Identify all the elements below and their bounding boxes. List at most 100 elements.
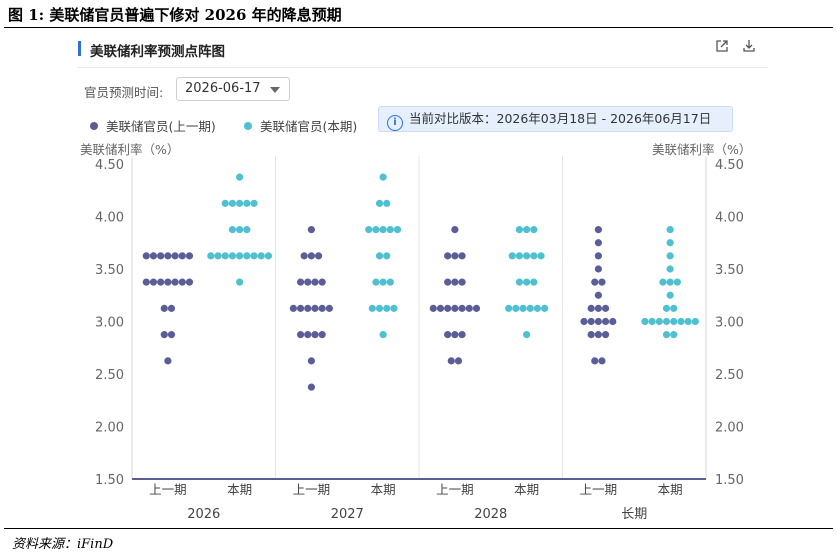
x-group-label: 2027 — [331, 507, 364, 522]
dot-current — [666, 291, 674, 299]
dot-current — [670, 331, 678, 339]
dot-current — [368, 304, 376, 312]
dot-previous — [167, 331, 176, 339]
dot-current — [236, 226, 244, 234]
dot-current — [666, 278, 674, 286]
y-tick-label-right: 1.50 — [715, 473, 744, 488]
dot-current — [243, 252, 251, 260]
dot-current — [519, 304, 527, 312]
y-tick-label-right: 4.00 — [715, 211, 744, 226]
dot-current — [641, 317, 649, 326]
dot-previous — [601, 317, 610, 326]
y-tick-label-right: 4.50 — [715, 158, 744, 173]
dot-current — [666, 265, 674, 273]
dot-current — [533, 304, 542, 312]
dot-current — [530, 226, 538, 234]
dot-current — [666, 239, 674, 247]
dot-previous — [307, 357, 315, 365]
dot-previous — [296, 331, 305, 339]
x-sub-label-previous: 上一期 — [436, 482, 474, 497]
dot-current — [648, 317, 656, 326]
dot-previous — [318, 304, 326, 312]
dot-previous — [458, 278, 466, 286]
dot-current — [691, 317, 699, 326]
dot-previous — [307, 252, 315, 260]
dot-current — [383, 199, 391, 207]
dot-current — [386, 226, 394, 234]
dot-current — [236, 173, 244, 181]
dot-current — [677, 317, 685, 326]
y-tick-label-right: 2.50 — [715, 368, 744, 383]
dot-current — [257, 252, 265, 260]
dot-previous — [164, 357, 172, 365]
dot-current — [379, 278, 387, 286]
dot-previous — [157, 252, 165, 260]
dot-previous — [160, 331, 168, 339]
dot-previous — [300, 252, 308, 260]
dot-current — [221, 199, 229, 207]
dot-current — [523, 226, 531, 234]
x-sub-label-current: 本期 — [658, 482, 683, 497]
dot-current — [662, 317, 671, 326]
dot-previous — [160, 304, 168, 312]
dot-previous — [465, 304, 473, 312]
dot-current — [372, 226, 380, 234]
dot-previous — [591, 278, 599, 286]
x-group-label: 2028 — [474, 507, 507, 522]
dot-current — [375, 199, 384, 207]
dot-current — [393, 226, 402, 234]
dot-previous — [171, 278, 179, 286]
dot-previous — [436, 304, 445, 312]
y-tick-label-left: 4.00 — [95, 211, 124, 226]
dot-previous — [164, 252, 172, 260]
dot-previous — [580, 317, 588, 326]
dot-current — [666, 226, 674, 234]
dot-previous — [594, 291, 602, 299]
dot-previous — [444, 304, 452, 312]
dot-previous — [447, 357, 455, 365]
dot-current — [375, 252, 384, 260]
dot-previous — [451, 226, 459, 234]
dot-current — [243, 226, 251, 234]
dot-current — [523, 278, 531, 286]
dot-previous — [598, 278, 606, 286]
dot-previous — [458, 252, 466, 260]
dot-previous — [594, 239, 602, 247]
dot-current — [530, 252, 538, 260]
dot-previous — [454, 357, 463, 365]
dot-previous — [444, 278, 452, 286]
dot-previous — [594, 265, 602, 273]
y-tick-label-right: 3.00 — [715, 316, 744, 331]
dot-current — [537, 252, 545, 260]
x-group-label: 长期 — [621, 507, 647, 522]
dot-current — [236, 252, 244, 260]
dot-current — [673, 278, 681, 286]
dot-current — [541, 304, 549, 312]
dot-current — [236, 278, 244, 286]
dot-previous — [149, 278, 158, 286]
dot-current — [207, 252, 215, 260]
dot-previous — [594, 331, 602, 339]
dot-previous — [296, 304, 305, 312]
dot-current — [508, 252, 516, 260]
y-tick-label-left: 4.50 — [95, 158, 124, 173]
dot-current — [530, 278, 538, 286]
x-sub-label-current: 本期 — [371, 482, 396, 497]
y-tick-label-left: 2.50 — [95, 368, 124, 383]
dot-current — [221, 252, 229, 260]
dot-current — [372, 278, 380, 286]
dot-previous — [458, 331, 466, 339]
dot-previous — [289, 304, 297, 312]
dot-previous — [167, 304, 176, 312]
dot-previous — [472, 304, 481, 312]
y-tick-label-left: 3.00 — [95, 316, 124, 331]
dot-current — [662, 331, 671, 339]
x-sub-label-current: 本期 — [514, 482, 539, 497]
dot-previous — [451, 252, 459, 260]
dot-previous — [444, 252, 452, 260]
dot-current — [526, 304, 534, 312]
dot-previous — [318, 331, 326, 339]
dot-previous — [311, 278, 319, 286]
dot-previous — [314, 252, 323, 260]
dot-current — [666, 252, 674, 260]
